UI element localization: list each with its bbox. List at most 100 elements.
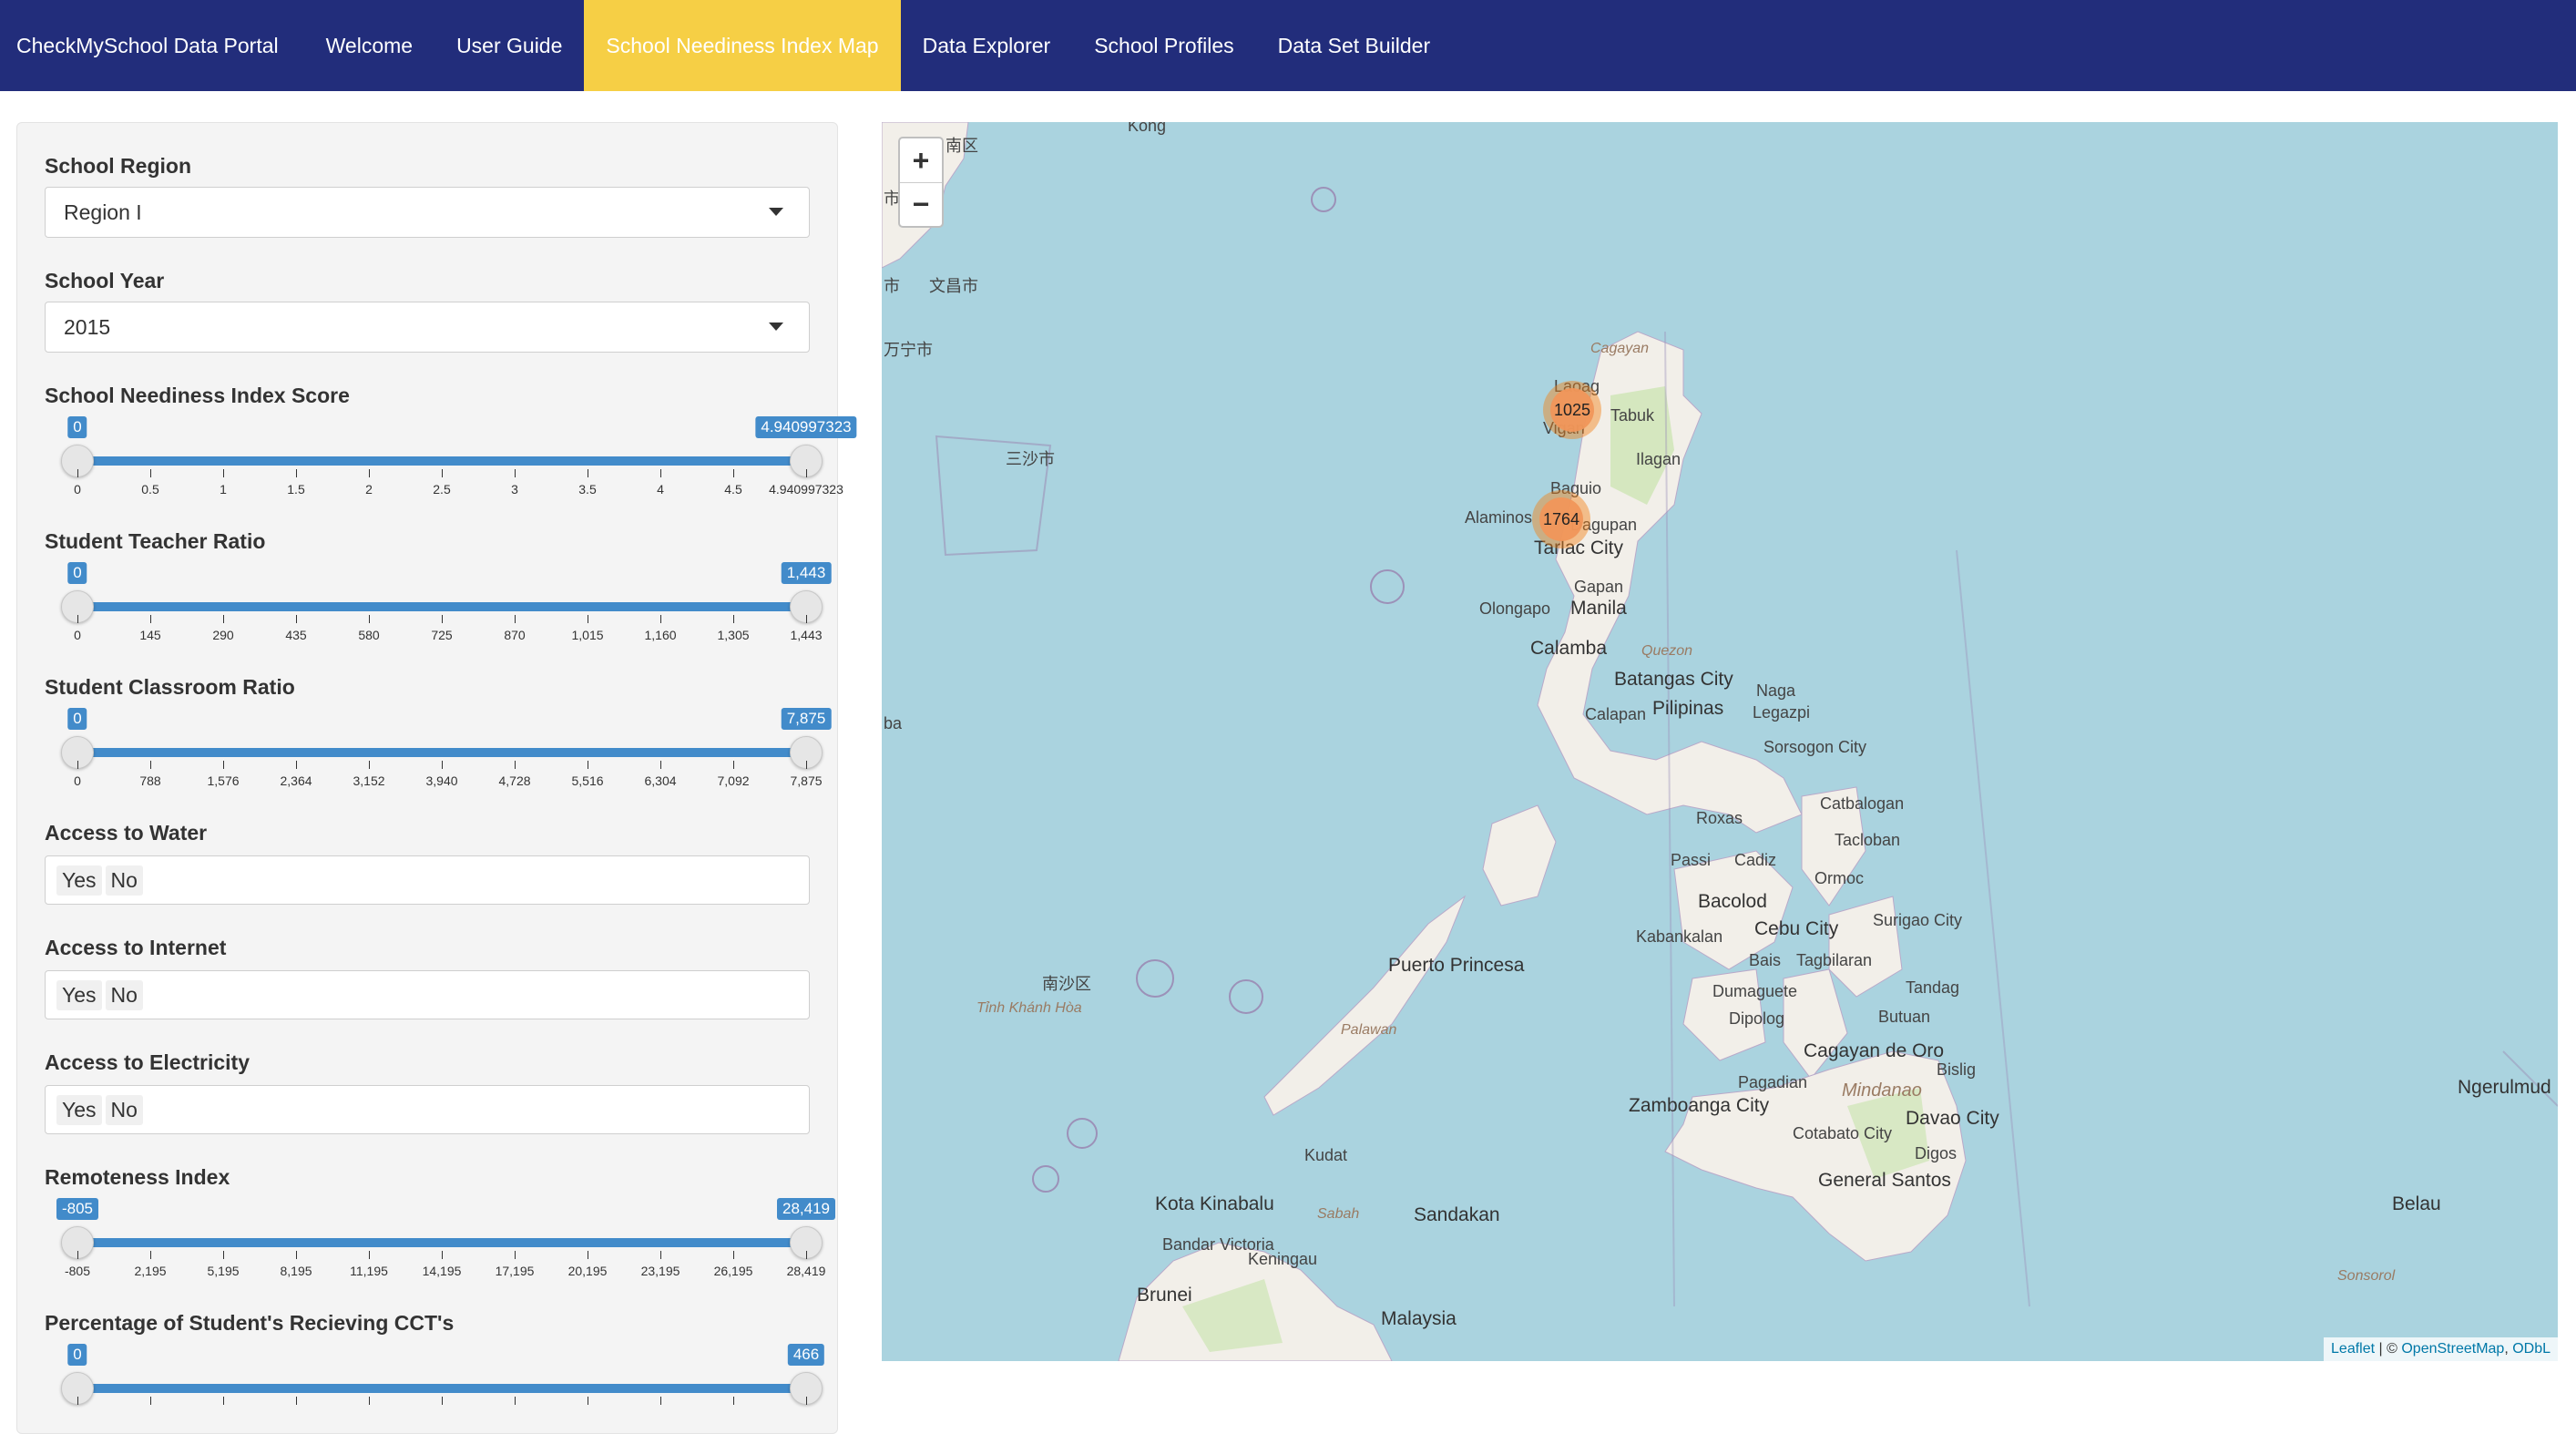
slider-tick-label: 8,195 [280,1264,312,1278]
slider-tick [150,1251,151,1259]
neediness-map[interactable]: + − 1025 1764 Kong 南区 市 市 文昌市 万宁市 三沙市 ba… [882,122,2558,1361]
zoom-in-button[interactable]: + [900,138,942,182]
slider-tick-label: 2,195 [134,1264,167,1278]
slider-tick [369,615,370,623]
access-electricity-label: Access to Electricity [45,1050,250,1074]
slider-tick [660,1251,661,1259]
map-label: Mindanao [1842,1080,1922,1101]
school-cluster-marker[interactable]: 1764 [1532,490,1590,548]
map-label: Cagayan [1590,341,1650,356]
map-label: Tỉnh Khánh Hòa [976,1000,1082,1016]
map-label: Tacloban [1835,831,1901,849]
slider-tick-label: 1 [220,482,227,497]
slider-bar[interactable] [77,1238,806,1247]
tab-user-guide[interactable]: User Guide [434,0,584,91]
map-label: Alaminos [1465,508,1533,527]
slider-ticks [77,1397,807,1433]
map-label: Olongapo [1479,599,1551,618]
slider-tick [442,761,443,769]
slider-bar[interactable] [77,1384,806,1393]
slider-bar[interactable] [77,602,806,611]
map-label: 文昌市 [929,277,978,295]
slider-tick [515,469,516,477]
map-label: Dumaguete [1712,982,1798,1000]
slider-tick-label: 5,195 [207,1264,240,1278]
map-label: ba [884,714,903,732]
slider-tick [369,1397,370,1405]
tab-school-profiles[interactable]: School Profiles [1072,0,1255,91]
tab-data-explorer[interactable]: Data Explorer [901,0,1073,91]
map-label: General Santos [1818,1170,1951,1191]
slider-min-value: 0 [67,416,87,438]
slider-tick-label: 580 [358,628,380,642]
leaflet-link[interactable]: Leaflet [2331,1341,2375,1357]
slider-tick [733,1397,734,1405]
tab-school-neediness-index-map[interactable]: School Neediness Index Map [584,0,901,91]
slider-tick-label: 6,304 [644,773,677,788]
slider-min-value: 0 [67,708,87,730]
map-label: Kota Kinabalu [1155,1193,1274,1214]
zoom-out-button[interactable]: − [900,182,942,226]
slider-tick [77,1397,78,1405]
map-label: Legazpi [1753,703,1811,722]
slider-tick [806,1251,807,1259]
slider-tick [77,1251,78,1259]
slider-tick-label: 0 [74,482,81,497]
slider-tick [733,761,734,769]
water-yes-chip[interactable]: Yes [56,865,102,896]
cct-percentage-slider[interactable]: 0 466 [45,1344,837,1444]
map-label: Cotabato City [1793,1124,1893,1142]
slider-tick [660,615,661,623]
slider-max-value: 466 [787,1344,825,1366]
neediness-score-label: School Neediness Index Score [45,384,350,407]
access-internet-select[interactable]: Yes No [45,970,810,1019]
map-label: 万宁市 [884,341,933,359]
slider-tick [806,1397,807,1405]
student-classroom-ratio-slider[interactable]: 0 7,875 0 788 1,576 2,364 3,152 3,940 4,728 5,5… [45,708,837,808]
map-label: Dipolog [1729,1009,1785,1028]
slider-bar[interactable] [77,748,806,757]
slider-tick-label: 0.5 [141,482,159,497]
neediness-score-slider[interactable]: 0 4.940997323 0 0.5 1 1.5 2 2.5 3 3.5 4 4.5 4.9409… [45,416,857,517]
map-label: Manila [1570,598,1627,619]
map-label: Butuan [1878,1008,1931,1026]
access-electricity-select[interactable]: Yes No [45,1085,810,1134]
map-attribution: Leaflet | © OpenStreetMap, ODbL [2324,1337,2558,1361]
map-label: Kong [1128,122,1167,135]
cluster-count: 1764 [1539,497,1583,541]
internet-no-chip[interactable]: No [105,979,143,1010]
slider-ticks: 0 788 1,576 2,364 3,152 3,940 4,728 5,516 6,304 7… [74,761,823,797]
school-region-select[interactable]: Region I [45,187,810,238]
cct-percentage-label: Percentage of Student's Recieving CCT's [45,1311,455,1335]
tab-data-set-builder[interactable]: Data Set Builder [1256,0,1452,91]
slider-tick-label: 28,419 [786,1264,826,1278]
map-label: Passi [1671,851,1712,869]
map-label: Puerto Princesa [1388,955,1525,976]
electricity-no-chip[interactable]: No [105,1094,143,1125]
slider-tick [150,469,151,477]
school-cluster-marker[interactable]: 1025 [1543,381,1601,439]
electricity-yes-chip[interactable]: Yes [56,1094,102,1125]
map-label: Palawan [1341,1022,1397,1038]
slider-tick [150,1397,151,1405]
remoteness-index-slider[interactable]: -805 28,419 -805 2,195 5,195 8,195 11,195 14,… [45,1198,837,1298]
map-basemap [882,122,2558,1361]
odbl-link[interactable]: ODbL [2512,1341,2550,1357]
slider-tick [733,615,734,623]
student-teacher-ratio-slider[interactable]: 0 1,443 0 145 290 435 580 725 870 1,015 1,160 1,3… [45,562,837,662]
access-water-select[interactable]: Yes No [45,855,810,905]
slider-tick-label: 7,875 [790,773,823,788]
tab-welcome[interactable]: Welcome [304,0,434,91]
slider-tick [442,469,443,477]
brand-title[interactable]: CheckMySchool Data Portal [0,0,304,91]
slider-tick-label: 3 [511,482,518,497]
internet-yes-chip[interactable]: Yes [56,979,102,1010]
slider-tick [77,469,78,477]
water-no-chip[interactable]: No [105,865,143,896]
osm-link[interactable]: OpenStreetMap [2401,1341,2504,1357]
school-year-select[interactable]: 2015 [45,302,810,353]
slider-tick [660,469,661,477]
slider-tick [806,761,807,769]
attribution-comma: , [2504,1341,2513,1357]
slider-bar[interactable] [77,456,806,466]
